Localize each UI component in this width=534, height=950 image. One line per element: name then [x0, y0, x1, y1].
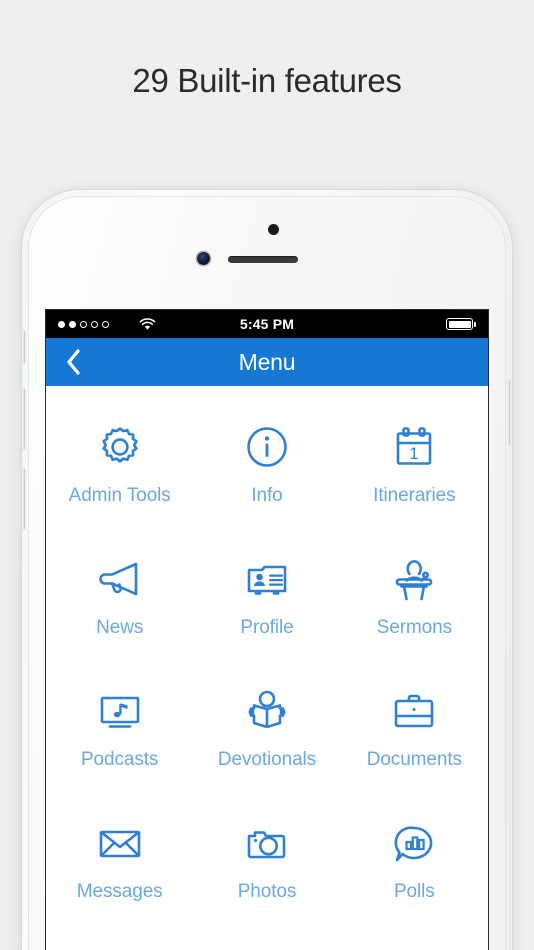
phone-screen: 5:45 PM Menu Admin Tools Info 1 Itinerar… [46, 310, 488, 950]
navigation-bar: Menu [46, 338, 488, 386]
menu-item-label: Documents [366, 749, 462, 770]
menu-item-label: Admin Tools [68, 485, 171, 506]
megaphone-icon [93, 550, 147, 608]
menu-item-label: Profile [240, 617, 294, 638]
status-bar: 5:45 PM [46, 310, 488, 338]
menu-item-devotionals[interactable]: Devotionals [193, 666, 340, 798]
menu-item-podcasts[interactable]: Podcasts [46, 666, 193, 798]
menu-item-label: Itineraries [373, 485, 456, 506]
person-reading-book-icon [240, 682, 294, 740]
calendar-day-number: 1 [410, 444, 419, 463]
menu-item-messages[interactable]: Messages [46, 798, 193, 930]
id-card-icon [240, 550, 294, 608]
menu-item-documents[interactable]: Documents [341, 666, 488, 798]
menu-item-sermons[interactable]: Sermons [341, 534, 488, 666]
menu-item-photos[interactable]: Photos [193, 798, 340, 930]
info-circle-icon [241, 418, 293, 476]
menu-item-admin-tools[interactable]: Admin Tools [46, 402, 193, 534]
chevron-left-icon [66, 349, 80, 375]
menu-item-news[interactable]: News [46, 534, 193, 666]
status-bar-time: 5:45 PM [239, 316, 295, 332]
monitor-music-icon [93, 682, 147, 740]
menu-item-label: Sermons [376, 617, 452, 638]
phone-device: 5:45 PM Menu Admin Tools Info 1 Itinerar… [22, 190, 512, 950]
menu-item-label: Polls [393, 881, 435, 902]
feature-menu-grid: Admin Tools Info 1 Itineraries News Prof… [46, 386, 488, 930]
battery-icon [446, 318, 476, 330]
speech-bubble-chart-icon [387, 814, 441, 872]
menu-item-label: Podcasts [80, 749, 159, 770]
podium-icon [387, 550, 441, 608]
menu-item-label: Devotionals [217, 749, 317, 770]
menu-item-label: Photos [237, 881, 297, 902]
page-title: 29 Built-in features [132, 62, 402, 99]
briefcase-icon [387, 682, 441, 740]
volume-down-button[interactable] [22, 468, 25, 530]
menu-item-label: News [96, 617, 144, 638]
envelope-icon [93, 814, 147, 872]
menu-item-label: Info [251, 485, 283, 506]
volume-up-button[interactable] [22, 388, 25, 450]
back-button[interactable] [58, 347, 88, 377]
power-button[interactable] [509, 380, 512, 446]
menu-item-label: Messages [76, 881, 163, 902]
ring-silent-switch[interactable] [22, 330, 25, 364]
proximity-sensor-icon [268, 224, 279, 235]
menu-item-polls[interactable]: Polls [341, 798, 488, 930]
earpiece-speaker-icon [228, 256, 298, 263]
front-camera-icon [197, 252, 210, 265]
menu-item-info[interactable]: Info [193, 402, 340, 534]
menu-item-itineraries[interactable]: 1 Itineraries [341, 402, 488, 534]
menu-item-profile[interactable]: Profile [193, 534, 340, 666]
camera-icon [240, 814, 294, 872]
calendar-icon: 1 [388, 418, 440, 476]
gear-icon [94, 418, 146, 476]
signal-strength-icon [58, 320, 109, 328]
wifi-icon [139, 317, 156, 331]
page-header-title: Menu [238, 348, 296, 375]
